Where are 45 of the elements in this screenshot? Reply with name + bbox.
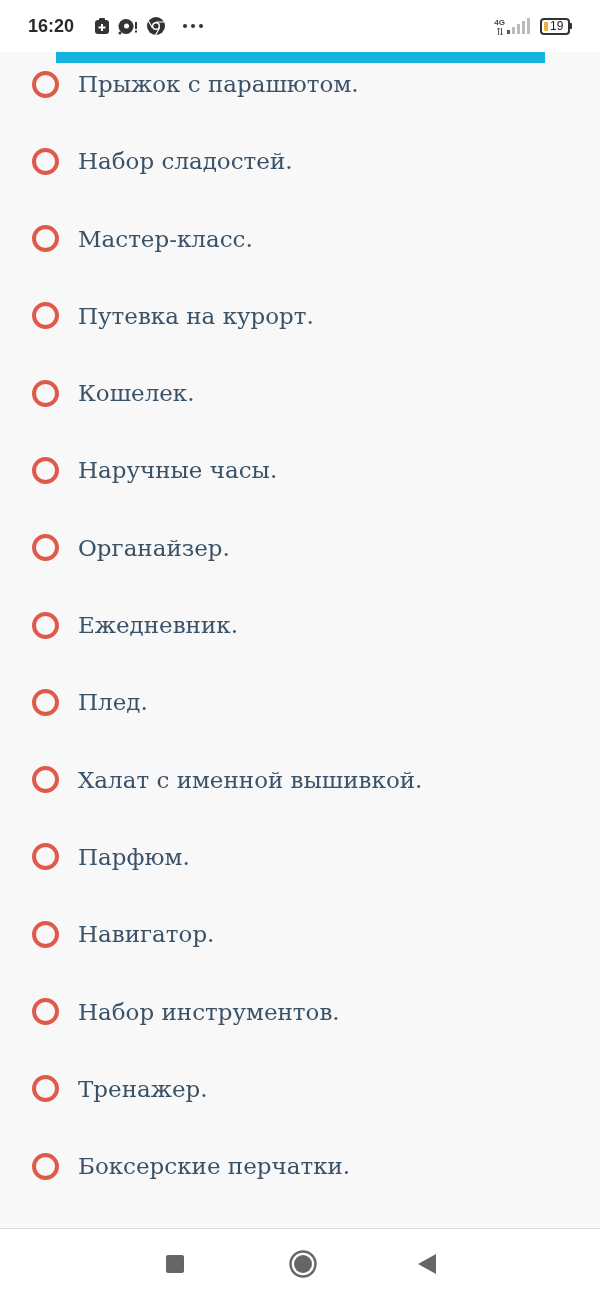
radio-button[interactable] xyxy=(32,766,59,794)
radio-button[interactable] xyxy=(32,70,59,98)
option-label[interactable]: Кошелек. xyxy=(78,380,195,407)
signal-icon xyxy=(507,18,530,34)
option-label[interactable]: Наручные часы. xyxy=(78,457,278,484)
radio-button[interactable] xyxy=(32,1152,59,1180)
disc-alert-icon xyxy=(118,17,139,35)
option-label[interactable]: Ежедневник. xyxy=(78,612,238,639)
radio-button[interactable] xyxy=(32,998,59,1026)
more-icon xyxy=(183,24,204,28)
back-triangle-icon xyxy=(418,1254,436,1274)
radio-button[interactable] xyxy=(32,225,59,253)
option-label[interactable]: Органайзер. xyxy=(78,534,230,561)
option-label[interactable]: Набор инструментов. xyxy=(78,998,340,1025)
battery-percent: 19 xyxy=(550,20,564,32)
home-circle-icon xyxy=(289,1250,317,1278)
status-time: 16:20 xyxy=(28,15,75,37)
home-button[interactable] xyxy=(289,1250,317,1278)
radio-button[interactable] xyxy=(32,843,59,871)
option-label[interactable]: Путевка на курорт. xyxy=(78,302,314,329)
radio-button[interactable] xyxy=(32,611,59,639)
radio-button[interactable] xyxy=(32,1075,59,1103)
option-label[interactable]: Навигатор. xyxy=(78,921,215,948)
option-label[interactable]: Набор сладостей. xyxy=(78,148,293,175)
radio-button[interactable] xyxy=(32,302,59,330)
option-label[interactable]: Плед. xyxy=(78,689,148,716)
radio-button[interactable] xyxy=(32,379,59,407)
network-type: 4G xyxy=(494,19,505,27)
option-label[interactable]: Парфюм. xyxy=(78,843,190,870)
radio-button[interactable] xyxy=(32,688,59,716)
radio-button[interactable] xyxy=(32,147,59,175)
option-label[interactable]: Боксерские перчатки. xyxy=(78,1153,351,1180)
square-icon xyxy=(166,1255,184,1273)
radio-button[interactable] xyxy=(32,920,59,948)
data-arrows-icon xyxy=(496,28,503,35)
radio-button[interactable] xyxy=(32,534,59,562)
option-label[interactable]: Мастер-класс. xyxy=(78,225,253,252)
recent-apps-button[interactable] xyxy=(165,1254,185,1274)
ring-logo-icon xyxy=(147,17,166,35)
radio-button[interactable] xyxy=(32,457,59,484)
plus-box-icon xyxy=(95,18,110,34)
option-label[interactable]: Тренажер. xyxy=(78,1075,208,1102)
option-label[interactable]: Халат с именной вышивкой. xyxy=(78,766,423,793)
back-button[interactable] xyxy=(417,1254,437,1274)
option-label[interactable]: Прыжок с парашютом. xyxy=(78,71,359,97)
